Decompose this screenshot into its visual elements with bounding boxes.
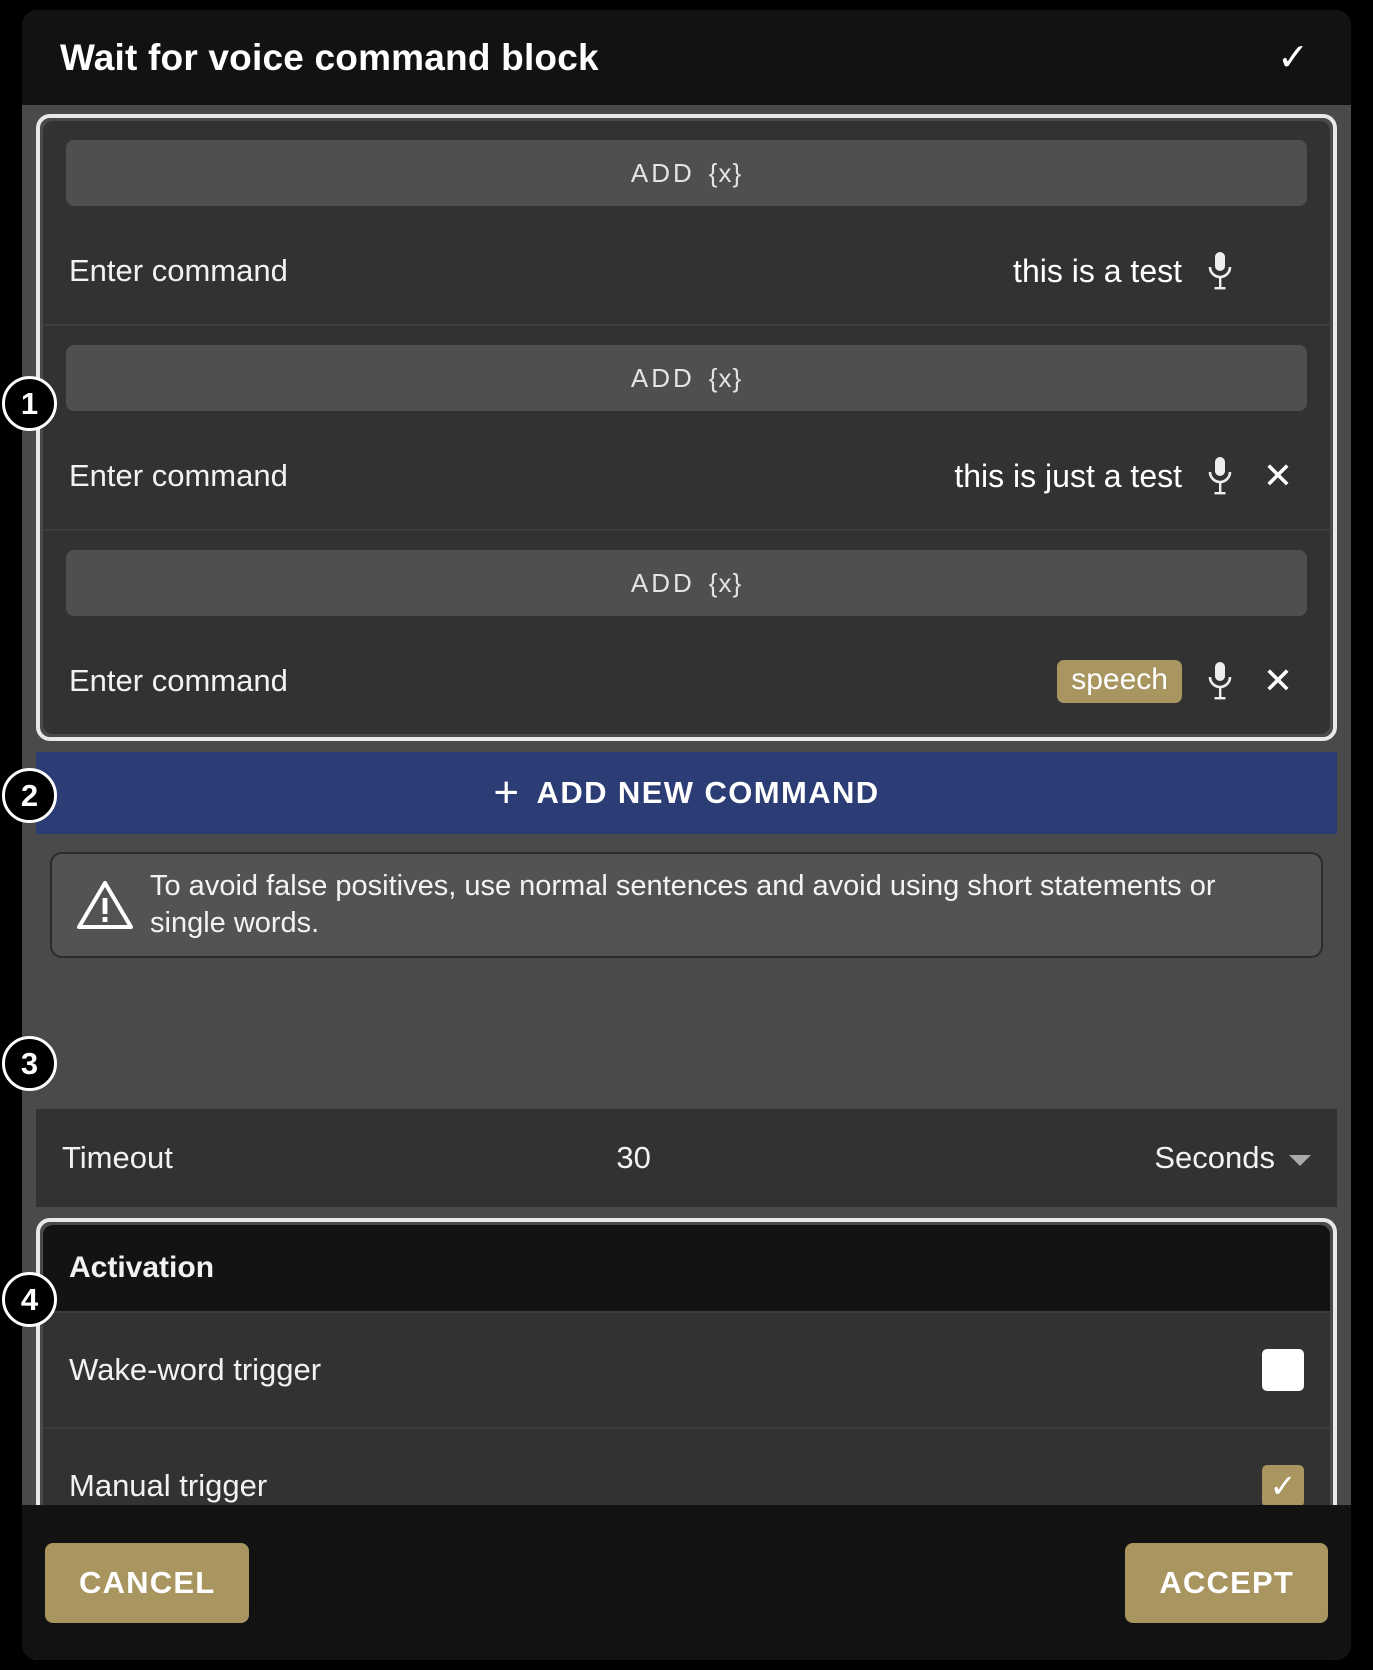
timeout-row: Timeout 30 Seconds <box>36 1109 1337 1207</box>
timeout-unit-dropdown[interactable]: Seconds <box>1154 1140 1311 1176</box>
callout-badge-4: 4 <box>2 1272 57 1327</box>
add-variable-button[interactable]: ADD {x} <box>66 345 1307 411</box>
microphone-icon[interactable] <box>1198 451 1242 501</box>
add-variable-button[interactable]: ADD {x} <box>66 550 1307 616</box>
chevron-down-icon <box>1289 1154 1311 1166</box>
cancel-button[interactable]: CANCEL <box>45 1542 250 1623</box>
commands-list: ADD {x} Enter command this is a test ADD… <box>43 121 1330 734</box>
variable-braces-icon: {x} <box>708 157 743 188</box>
commands-section: ADD {x} Enter command this is a test ADD… <box>36 114 1337 741</box>
command-row: Enter command this is a test <box>43 218 1330 324</box>
command-value[interactable]: this is just a test <box>954 458 1182 495</box>
command-label: Enter command <box>69 253 288 288</box>
activation-highlight-box: Activation Wake-word trigger Manual trig… <box>36 1218 1337 1550</box>
activation-title: Activation <box>69 1251 215 1284</box>
command-value[interactable]: this is a test <box>1013 253 1182 290</box>
activation-panel: Activation Wake-word trigger Manual trig… <box>43 1225 1330 1543</box>
callout-badge-1: 1 <box>2 376 57 431</box>
warning-triangle-icon <box>74 880 136 930</box>
activation-section: Activation Wake-word trigger Manual trig… <box>36 1218 1337 1550</box>
command-row: Enter command this is just a test ✕ <box>43 423 1330 529</box>
add-new-command-label: ADD NEW COMMAND <box>536 775 880 810</box>
activation-option-label: Manual trigger <box>69 1468 268 1503</box>
remove-command-icon[interactable]: ✕ <box>1252 663 1304 699</box>
commands-highlight-box: ADD {x} Enter command this is a test ADD… <box>36 114 1337 741</box>
dialog-footer: CANCEL ACCEPT <box>22 1505 1351 1660</box>
command-variable-chip[interactable]: speech <box>1057 659 1182 703</box>
add-variable-button[interactable]: ADD {x} <box>66 140 1307 206</box>
command-item: ADD {x} Enter command this is a test <box>43 140 1330 326</box>
callout-badge-2: 2 <box>2 768 57 823</box>
warning-banner: To avoid false positives, use normal sen… <box>50 852 1323 959</box>
add-variable-label: ADD <box>630 157 695 188</box>
add-new-command-button[interactable]: + ADD NEW COMMAND <box>36 752 1337 834</box>
command-item: ADD {x} Enter command speech ✕ <box>43 550 1330 734</box>
command-label: Enter command <box>69 663 288 698</box>
timeout-unit-label: Seconds <box>1154 1140 1275 1175</box>
dialog-titlebar: Wait for voice command block ✓ <box>22 10 1351 105</box>
microphone-icon[interactable] <box>1198 656 1242 706</box>
activation-option-wake-word[interactable]: Wake-word trigger <box>43 1311 1330 1427</box>
add-variable-label: ADD <box>630 362 695 393</box>
command-row: Enter command speech ✕ <box>43 628 1330 734</box>
accept-button[interactable]: ACCEPT <box>1125 1542 1328 1623</box>
manual-trigger-checkbox[interactable]: ✓ <box>1262 1465 1304 1507</box>
activation-option-label: Wake-word trigger <box>69 1352 322 1387</box>
wake-word-checkbox[interactable] <box>1262 1349 1304 1391</box>
confirm-check-icon[interactable]: ✓ <box>1271 39 1315 77</box>
command-label: Enter command <box>69 458 288 493</box>
activation-header: Activation <box>43 1225 1330 1311</box>
plus-icon: + <box>493 768 521 818</box>
command-item: ADD {x} Enter command this is just a tes… <box>43 345 1330 531</box>
variable-braces-icon: {x} <box>708 362 743 393</box>
variable-braces-icon: {x} <box>708 567 743 598</box>
dialog-title: Wait for voice command block <box>60 36 599 78</box>
callout-badge-3: 3 <box>2 1036 57 1091</box>
remove-command-icon[interactable]: ✕ <box>1252 458 1304 494</box>
add-variable-label: ADD <box>630 567 695 598</box>
warning-text: To avoid false positives, use normal sen… <box>150 870 1216 940</box>
screen-root: Wait for voice command block ✓ ADD {x} E… <box>0 0 1373 1670</box>
voice-command-dialog: Wait for voice command block ✓ ADD {x} E… <box>22 10 1351 1660</box>
dialog-body: ADD {x} Enter command this is a test ADD… <box>22 105 1351 1660</box>
microphone-icon[interactable] <box>1198 246 1242 296</box>
timeout-value-input[interactable]: 30 <box>113 1140 1155 1176</box>
